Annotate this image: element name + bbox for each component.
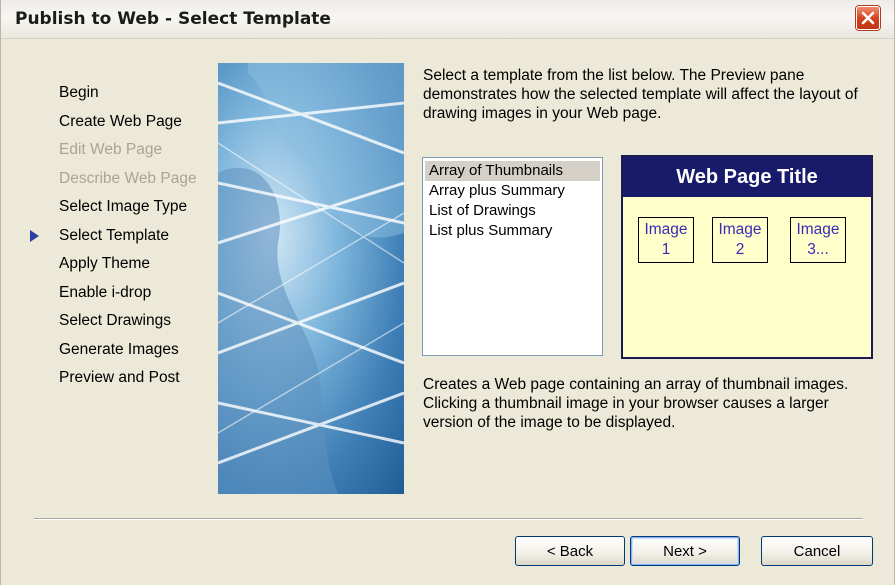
step-generate-images: Generate Images: [41, 339, 216, 368]
close-button[interactable]: [856, 6, 880, 30]
preview-thumbnail: Image 2: [712, 217, 768, 263]
step-create-web-page: Create Web Page: [41, 111, 216, 140]
step-select-drawings: Select Drawings: [41, 310, 216, 339]
template-item-list-plus-summary[interactable]: List plus Summary: [425, 221, 600, 241]
step-label: Describe Web Page: [59, 169, 197, 187]
step-label: Select Drawings: [59, 312, 171, 329]
step-select-template: Select Template: [30, 225, 216, 254]
step-label: Select Image Type: [59, 198, 188, 215]
title-bar[interactable]: Publish to Web - Select Template: [1, 0, 894, 39]
template-item-list-of-drawings[interactable]: List of Drawings: [425, 201, 600, 221]
close-icon: [861, 11, 875, 25]
back-button[interactable]: < Back: [515, 536, 625, 566]
step-select-image-type: Select Image Type: [41, 196, 216, 225]
template-listbox[interactable]: Array of Thumbnails Array plus Summary L…: [422, 157, 603, 356]
intro-text: Select a template from the list below. T…: [423, 67, 858, 122]
divider: [34, 518, 863, 520]
window-title: Publish to Web - Select Template: [15, 9, 331, 29]
template-description: Creates a Web page containing an array o…: [423, 376, 849, 431]
next-button[interactable]: Next >: [630, 536, 740, 566]
step-begin: Begin: [41, 82, 216, 111]
step-edit-web-page: Edit Web Page: [41, 139, 216, 168]
step-apply-theme: Apply Theme: [41, 253, 216, 282]
step-preview-and-post: Preview and Post: [41, 367, 216, 396]
template-item-array-plus-summary[interactable]: Array plus Summary: [425, 181, 600, 201]
step-label: Create Web Page: [59, 112, 182, 130]
preview-thumbnail: Image 1: [638, 217, 694, 263]
step-label: Edit Web Page: [59, 141, 163, 158]
step-label: Apply Theme: [59, 255, 151, 272]
step-enable-i-drop: Enable i-drop: [41, 282, 216, 311]
step-label: Enable i-drop: [59, 283, 152, 301]
cancel-button[interactable]: Cancel: [761, 536, 873, 566]
preview-thumbnail: Image 3...: [790, 217, 846, 263]
globe-banner-image: [218, 63, 404, 494]
current-step-arrow-icon: [30, 229, 39, 242]
step-label: Begin: [59, 84, 99, 101]
preview-pane: Web Page Title Image 1 Image 2 Image 3..…: [621, 155, 873, 359]
template-item-array-of-thumbnails[interactable]: Array of Thumbnails: [425, 161, 600, 181]
publish-to-web-dialog: Publish to Web - Select Template Begin C…: [0, 0, 895, 585]
preview-page-title: Web Page Title: [623, 157, 871, 197]
step-describe-web-page: Describe Web Page: [41, 168, 216, 197]
step-label: Preview and Post: [59, 369, 180, 386]
wizard-steps: Begin Create Web Page Edit Web Page Desc…: [30, 82, 216, 396]
step-label: Select Template: [59, 226, 169, 244]
preview-thumbnails: Image 1 Image 2 Image 3...: [623, 197, 871, 357]
step-label: Generate Images: [59, 340, 179, 358]
